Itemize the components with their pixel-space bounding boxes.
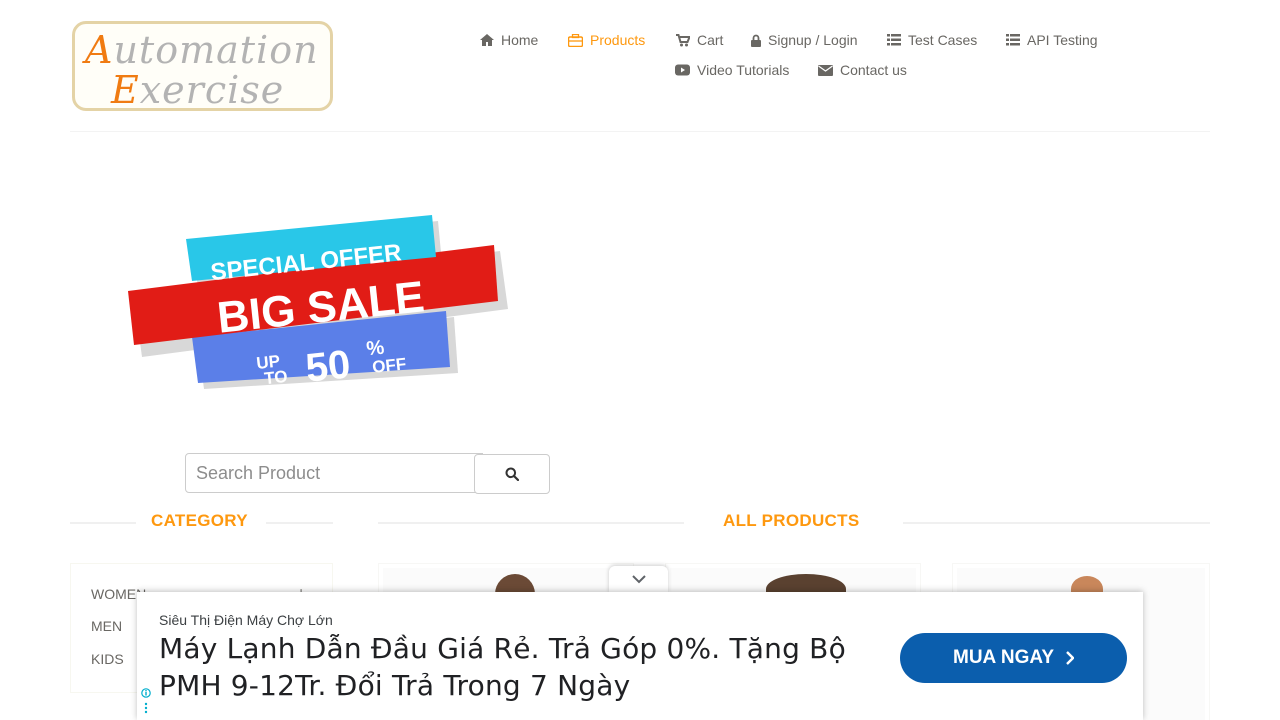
products-title-line-left [378, 522, 684, 524]
banner-50: 50 [304, 342, 353, 390]
nav-test-cases-label: Test Cases [908, 32, 978, 48]
category-title-line-right [266, 522, 333, 524]
logo-cap-a: A [85, 28, 114, 72]
nav-home[interactable]: Home [480, 32, 538, 48]
logo-text-line2: xercise [139, 68, 285, 112]
ad-cta-button[interactable]: MUA NGAY [900, 633, 1127, 683]
chevron-right-icon [1066, 651, 1074, 665]
search-icon [505, 467, 519, 481]
nav-products[interactable]: Products [568, 32, 645, 48]
category-men[interactable]: MEN [91, 618, 122, 634]
youtube-icon [675, 64, 690, 76]
ad-collapse-button[interactable] [609, 566, 668, 593]
nav-api-testing-label: API Testing [1027, 32, 1098, 48]
banner-off: OFF [371, 354, 407, 376]
nav-cart-label: Cart [697, 32, 724, 48]
nav-cart[interactable]: Cart [676, 32, 723, 48]
lock-icon [751, 34, 761, 47]
nav-signup-login-label: Signup / Login [768, 32, 858, 48]
site-logo[interactable]: Automation Exercise [72, 21, 333, 112]
logo-text-line1: utomation [113, 28, 319, 72]
ad-cta-label: MUA NGAY [953, 647, 1054, 668]
header-divider [70, 131, 1210, 132]
nav-video-tutorials-label: Video Tutorials [697, 62, 790, 78]
category-kids[interactable]: KIDS [91, 651, 124, 667]
chevron-down-icon [631, 575, 646, 584]
sale-banner[interactable]: SPECIAL OFFER BIG SALE UP TO 50 % OFF [120, 205, 520, 395]
search-input[interactable] [185, 453, 483, 493]
nav-api-testing[interactable]: API Testing [1006, 32, 1098, 48]
nav-products-label: Products [590, 32, 646, 48]
products-icon [568, 33, 583, 47]
banner-to: TO [263, 367, 288, 388]
cart-icon [676, 33, 690, 46]
home-icon [480, 34, 494, 46]
ad-headline[interactable]: Máy Lạnh Dẫn Đầu Giá Rẻ. Trả Góp 0%. Tặn… [159, 630, 859, 704]
anchor-ad[interactable]: Siêu Thị Điện Máy Chợ Lớn Máy Lạnh Dẫn Đ… [137, 592, 1143, 720]
all-products-title: ALL PRODUCTS [723, 511, 860, 530]
nav-contact-us[interactable]: Contact us [818, 62, 907, 78]
logo-cap-e: E [111, 68, 140, 112]
nav-video-tutorials[interactable]: Video Tutorials [675, 62, 789, 78]
category-title: CATEGORY [151, 511, 248, 530]
envelope-icon [818, 64, 833, 76]
nav-test-cases[interactable]: Test Cases [887, 32, 977, 48]
ad-info-icon[interactable] [141, 688, 151, 718]
nav-contact-us-label: Contact us [840, 62, 907, 78]
nav-signup-login[interactable]: Signup / Login [751, 32, 858, 48]
list-icon [1006, 34, 1020, 46]
nav-home-label: Home [501, 32, 539, 48]
products-title-line-right [903, 522, 1210, 524]
list-icon [887, 34, 901, 46]
category-title-line-left [70, 522, 136, 524]
ad-advertiser: Siêu Thị Điện Máy Chợ Lớn [159, 612, 333, 628]
search-button[interactable] [474, 454, 550, 494]
